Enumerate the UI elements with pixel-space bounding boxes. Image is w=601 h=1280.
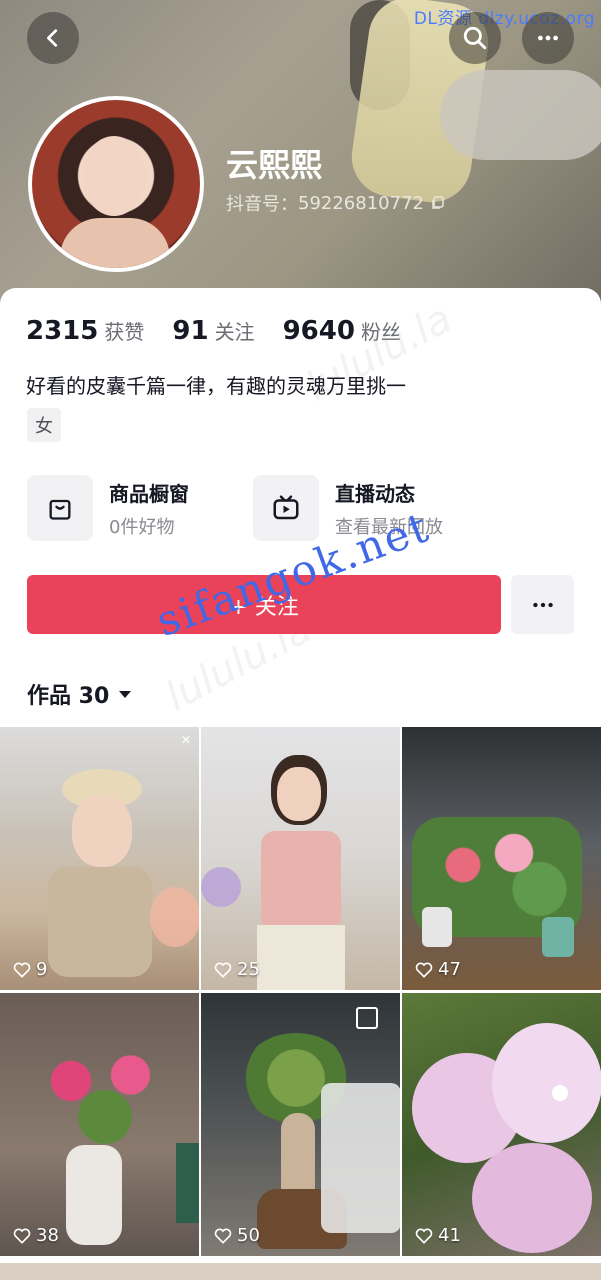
stat-followers[interactable]: 9640 粉丝 [283, 316, 401, 346]
heart-icon [415, 962, 433, 978]
like-count: 50 [213, 1225, 260, 1246]
more-actions-button[interactable] [511, 575, 574, 634]
caret-down-icon [119, 691, 132, 698]
gender-tag: 女 [27, 408, 61, 442]
profile-name: 云熙熙 [226, 146, 323, 184]
works-tab[interactable]: 作品 30 [27, 678, 133, 710]
more-options-button[interactable] [522, 12, 574, 64]
feature-shop-window[interactable]: 商品橱窗 0件好物 [27, 474, 189, 542]
feature-shop-subtitle: 0件好物 [109, 516, 175, 538]
profile-bio: 好看的皮囊千篇一律，有趣的灵魂万里挑一 [26, 374, 406, 398]
video-thumbnail[interactable]: 47 [402, 727, 601, 990]
search-button[interactable] [449, 12, 501, 64]
heart-icon [13, 962, 31, 978]
video-thumbnail[interactable]: 38 [0, 993, 199, 1256]
heart-icon [415, 1228, 433, 1244]
douyin-id-label: 抖音号： [226, 194, 298, 215]
shopping-bag-icon [49, 499, 71, 520]
video-thumbnail[interactable]: 50 [201, 993, 400, 1256]
video-thumbnail[interactable]: ✕ 9 [0, 727, 199, 990]
multi-image-icon [356, 1007, 378, 1029]
works-tab-label: 作品 30 [27, 684, 110, 709]
video-thumbnail[interactable]: 25 [201, 727, 400, 990]
heart-icon [13, 1228, 31, 1244]
close-icon: ✕ [180, 733, 191, 747]
heart-icon [214, 1228, 232, 1244]
feature-live-title: 直播动态 [335, 481, 415, 506]
avatar[interactable] [28, 96, 204, 272]
more-horizontal-icon [538, 35, 558, 41]
more-horizontal-icon [532, 602, 553, 607]
stat-likes[interactable]: 2315 获赞 [26, 316, 144, 346]
like-count: 47 [414, 959, 461, 980]
next-row-preview [0, 1263, 601, 1280]
heart-icon [214, 962, 232, 978]
video-thumbnail[interactable]: 41 [402, 993, 601, 1256]
chevron-left-icon [47, 29, 58, 47]
stats-row: 2315 获赞 91 关注 9640 粉丝 [26, 316, 401, 346]
search-icon [463, 26, 487, 50]
copy-icon[interactable] [430, 195, 446, 211]
stat-following[interactable]: 91 关注 [172, 316, 254, 346]
like-count: 9 [12, 959, 47, 980]
like-count: 41 [414, 1225, 461, 1246]
back-button[interactable] [27, 12, 79, 64]
douyin-id-row[interactable]: 抖音号： 59226810772 [226, 190, 446, 216]
feature-shop-title: 商品橱窗 [109, 481, 189, 506]
like-count: 25 [213, 959, 260, 980]
works-grid: ✕ 9 25 47 38 50 41 [0, 727, 601, 1280]
tv-play-icon [273, 495, 299, 520]
douyin-id-value: 59226810772 [298, 192, 424, 214]
like-count: 38 [12, 1225, 59, 1246]
